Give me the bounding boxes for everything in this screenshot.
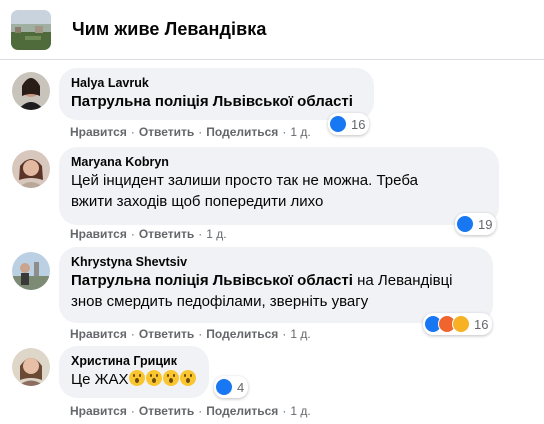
share-button[interactable]: Поделиться: [206, 404, 278, 418]
comment-actions: Нравится · Ответить · Поделиться · 1 д.: [70, 327, 311, 341]
like-button[interactable]: Нравится: [70, 404, 127, 418]
avatar[interactable]: [12, 252, 50, 290]
reaction-summary[interactable]: 16: [423, 313, 493, 335]
comment-bubble: Maryana Kobryn Цей інцидент залиши прост…: [59, 147, 499, 225]
like-reaction-icon: [456, 215, 474, 233]
like-reaction-icon: [329, 115, 347, 133]
comment-text: Це ЖАХ: [71, 371, 129, 388]
comment-time[interactable]: 1 д.: [290, 404, 310, 418]
astonished-emoji-icon: [129, 370, 146, 386]
avatar[interactable]: [12, 348, 50, 386]
reply-button[interactable]: Ответить: [139, 327, 194, 341]
share-button[interactable]: Поделиться: [206, 327, 278, 341]
like-reaction-icon: [215, 378, 233, 396]
comment-bubble: Halya Lavruk Патрульна поліція Львівсько…: [59, 68, 374, 120]
reaction-count: 4: [237, 379, 245, 395]
mention-link[interactable]: Патрульна поліція Львівської області: [71, 92, 362, 112]
astonished-emoji-icon: [146, 370, 163, 386]
group-thumbnail[interactable]: [11, 10, 51, 50]
mention-link[interactable]: Патрульна поліція Львівської області: [71, 272, 353, 289]
reaction-count: 16: [351, 116, 366, 132]
like-button[interactable]: Нравится: [70, 327, 127, 341]
avatar[interactable]: [12, 150, 50, 188]
comment-author[interactable]: Maryana Kobryn: [71, 154, 487, 170]
group-title[interactable]: Чим живе Левандівка: [72, 19, 266, 40]
comment-bubble: Христина Грицик Це ЖАХ: [59, 346, 209, 398]
comment-bubble: Khrystyna Shevtsiv Патрульна поліція Льв…: [59, 247, 493, 323]
avatar[interactable]: [12, 72, 50, 110]
astonished-emoji-icon: [180, 370, 197, 386]
haha-reaction-icon: [452, 315, 470, 333]
reaction-count: 16: [474, 316, 489, 332]
reaction-summary[interactable]: 16: [328, 113, 370, 135]
comment-time[interactable]: 1 д.: [206, 227, 226, 241]
comment-author[interactable]: Halya Lavruk: [71, 75, 362, 91]
comment-actions: Нравится · Ответить · Поделиться · 1 д.: [70, 125, 311, 139]
reaction-summary[interactable]: 19: [455, 213, 497, 235]
comment-text: на Левандівці: [352, 272, 453, 289]
reaction-summary[interactable]: 4: [214, 376, 249, 398]
comment-author[interactable]: Khrystyna Shevtsiv: [71, 254, 481, 270]
reaction-count: 19: [478, 216, 493, 232]
astonished-emoji-icon: [163, 370, 180, 386]
reply-button[interactable]: Ответить: [139, 227, 194, 241]
like-button[interactable]: Нравится: [70, 227, 127, 241]
group-header: Чим живе Левандівка: [0, 0, 544, 60]
share-button[interactable]: Поделиться: [206, 125, 278, 139]
comment-time[interactable]: 1 д.: [290, 327, 310, 341]
comment-actions: Нравится · Ответить · 1 д.: [70, 227, 227, 241]
comment-text: знов смердить педофілами, зверніть увагу: [71, 293, 369, 310]
like-button[interactable]: Нравится: [70, 125, 127, 139]
comment-author[interactable]: Христина Грицик: [71, 353, 197, 369]
comment-text: вжити заходів щоб попередити лихо: [71, 193, 324, 210]
reply-button[interactable]: Ответить: [139, 404, 194, 418]
reply-button[interactable]: Ответить: [139, 125, 194, 139]
comment-time[interactable]: 1 д.: [290, 125, 310, 139]
comment-actions: Нравится · Ответить · Поделиться · 1 д.: [70, 404, 311, 418]
comment-text: Цей інцидент залиши просто так не можна.…: [71, 172, 418, 189]
